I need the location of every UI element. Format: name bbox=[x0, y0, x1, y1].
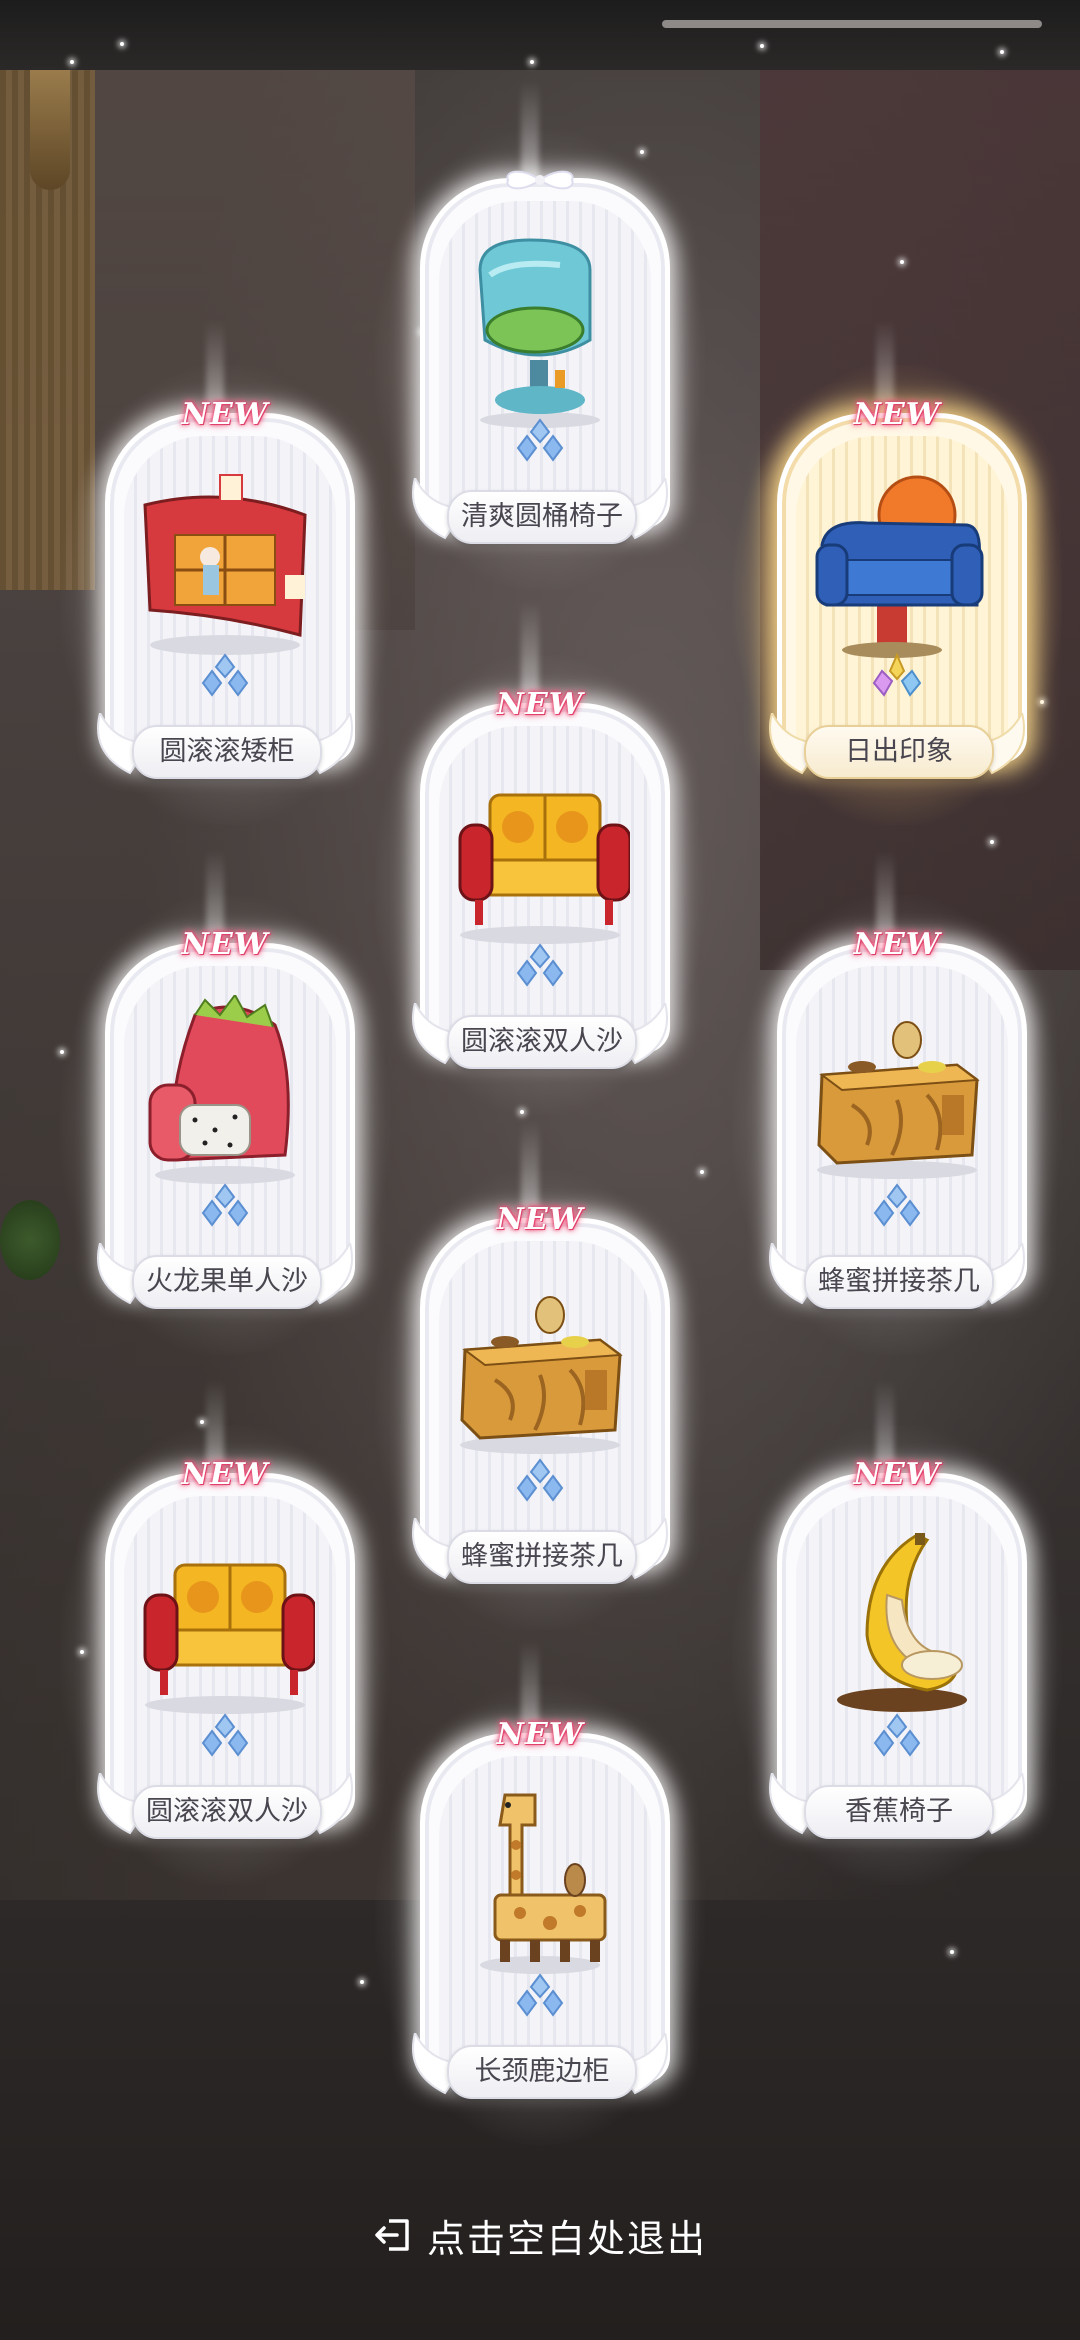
loveseat-icon bbox=[143, 1563, 315, 1714]
gem-cluster-icon bbox=[873, 1713, 921, 1757]
sparkle bbox=[950, 1950, 954, 1954]
sparkle bbox=[990, 840, 994, 844]
item-name-label: 圆滚滚双人沙 bbox=[132, 1785, 322, 1839]
ribbon-bow-icon bbox=[506, 170, 574, 190]
gacha-result-screen[interactable]: 清爽圆桶椅子 NEW 圆滚滚矮柜 NEW 日出印象 NEW 圆滚滚双人沙 NEW… bbox=[0, 0, 1080, 2340]
new-badge: NEW bbox=[181, 1457, 269, 1492]
sparkle bbox=[900, 260, 904, 264]
gem-cluster-icon bbox=[201, 1183, 249, 1227]
status-bar bbox=[0, 0, 1080, 70]
round-chair-icon bbox=[478, 238, 600, 428]
reward-card[interactable]: NEW 日出印象 bbox=[732, 365, 1062, 825]
rainbow-gem-icon bbox=[872, 653, 922, 697]
item-name-label: 圆滚滚双人沙 bbox=[447, 1015, 637, 1069]
gem-cluster-icon bbox=[516, 943, 564, 987]
gem-cluster-icon bbox=[516, 1458, 564, 1502]
new-badge: NEW bbox=[181, 397, 269, 432]
new-badge: NEW bbox=[496, 687, 584, 722]
sparkle bbox=[120, 42, 124, 46]
item-name-label: 火龙果单人沙 bbox=[132, 1255, 322, 1309]
sparkle bbox=[360, 1980, 364, 1984]
new-badge: NEW bbox=[853, 927, 941, 962]
reward-card[interactable]: NEW 圆滚滚双人沙 bbox=[60, 1425, 390, 1885]
sparkle bbox=[200, 1420, 204, 1424]
reward-card[interactable]: NEW 圆滚滚双人沙 bbox=[375, 655, 705, 1115]
sunrise-armchair-icon bbox=[815, 475, 984, 658]
item-name-label: 蜂蜜拼接茶几 bbox=[804, 1255, 994, 1309]
honey-tea-table-icon bbox=[817, 1021, 980, 1179]
giraffe-cabinet-icon bbox=[480, 1793, 607, 1974]
gem-cluster-icon bbox=[873, 1183, 921, 1227]
plant-decoration bbox=[0, 1200, 60, 1280]
item-name-label: 清爽圆桶椅子 bbox=[447, 490, 637, 544]
new-badge: NEW bbox=[181, 927, 269, 962]
reward-card[interactable]: NEW 香蕉椅子 bbox=[732, 1425, 1062, 1885]
gem-cluster-icon bbox=[516, 418, 564, 462]
reward-card[interactable]: NEW 蜂蜜拼接茶几 bbox=[732, 895, 1062, 1355]
sparkle bbox=[70, 60, 74, 64]
reward-card[interactable]: NEW 蜂蜜拼接茶几 bbox=[375, 1170, 705, 1630]
reward-card[interactable]: NEW 长颈鹿边柜 bbox=[375, 1685, 705, 2145]
banana-chair-icon bbox=[837, 1533, 967, 1712]
curtain-tassel-decoration bbox=[30, 70, 70, 190]
item-name-label: 香蕉椅子 bbox=[804, 1785, 994, 1839]
sparkle bbox=[530, 60, 534, 64]
item-name-label: 圆滚滚矮柜 bbox=[132, 725, 322, 779]
exit-icon bbox=[375, 2219, 409, 2251]
new-badge: NEW bbox=[496, 1717, 584, 1752]
new-badge: NEW bbox=[853, 397, 941, 432]
item-name-label: 蜂蜜拼接茶几 bbox=[447, 1530, 637, 1584]
honey-tea-table-icon bbox=[460, 1296, 623, 1454]
item-name-label: 长颈鹿边柜 bbox=[447, 2045, 637, 2099]
sparkle bbox=[1000, 50, 1004, 54]
gem-cluster-icon bbox=[201, 1713, 249, 1757]
sparkle bbox=[760, 44, 764, 48]
exit-hint-label: 点击空白处退出 bbox=[426, 2216, 707, 2261]
reward-card[interactable]: NEW 火龙果单人沙 bbox=[60, 895, 390, 1355]
home-indicator bbox=[662, 20, 1042, 28]
new-badge: NEW bbox=[496, 1202, 584, 1237]
item-name-label: 日出印象 bbox=[804, 725, 994, 779]
sparkle bbox=[700, 1170, 704, 1174]
gem-cluster-icon bbox=[201, 653, 249, 697]
tap-to-exit-hint[interactable]: 点击空白处退出 bbox=[350, 2205, 730, 2265]
reward-card[interactable]: NEW 圆滚滚矮柜 bbox=[60, 365, 390, 825]
gem-cluster-icon bbox=[516, 1973, 564, 2017]
reward-card[interactable]: 清爽圆桶椅子 bbox=[375, 130, 705, 590]
dragonfruit-chair-icon bbox=[148, 995, 295, 1184]
low-cabinet-icon bbox=[143, 474, 307, 655]
loveseat-icon bbox=[458, 793, 630, 944]
new-badge: NEW bbox=[853, 1457, 941, 1492]
